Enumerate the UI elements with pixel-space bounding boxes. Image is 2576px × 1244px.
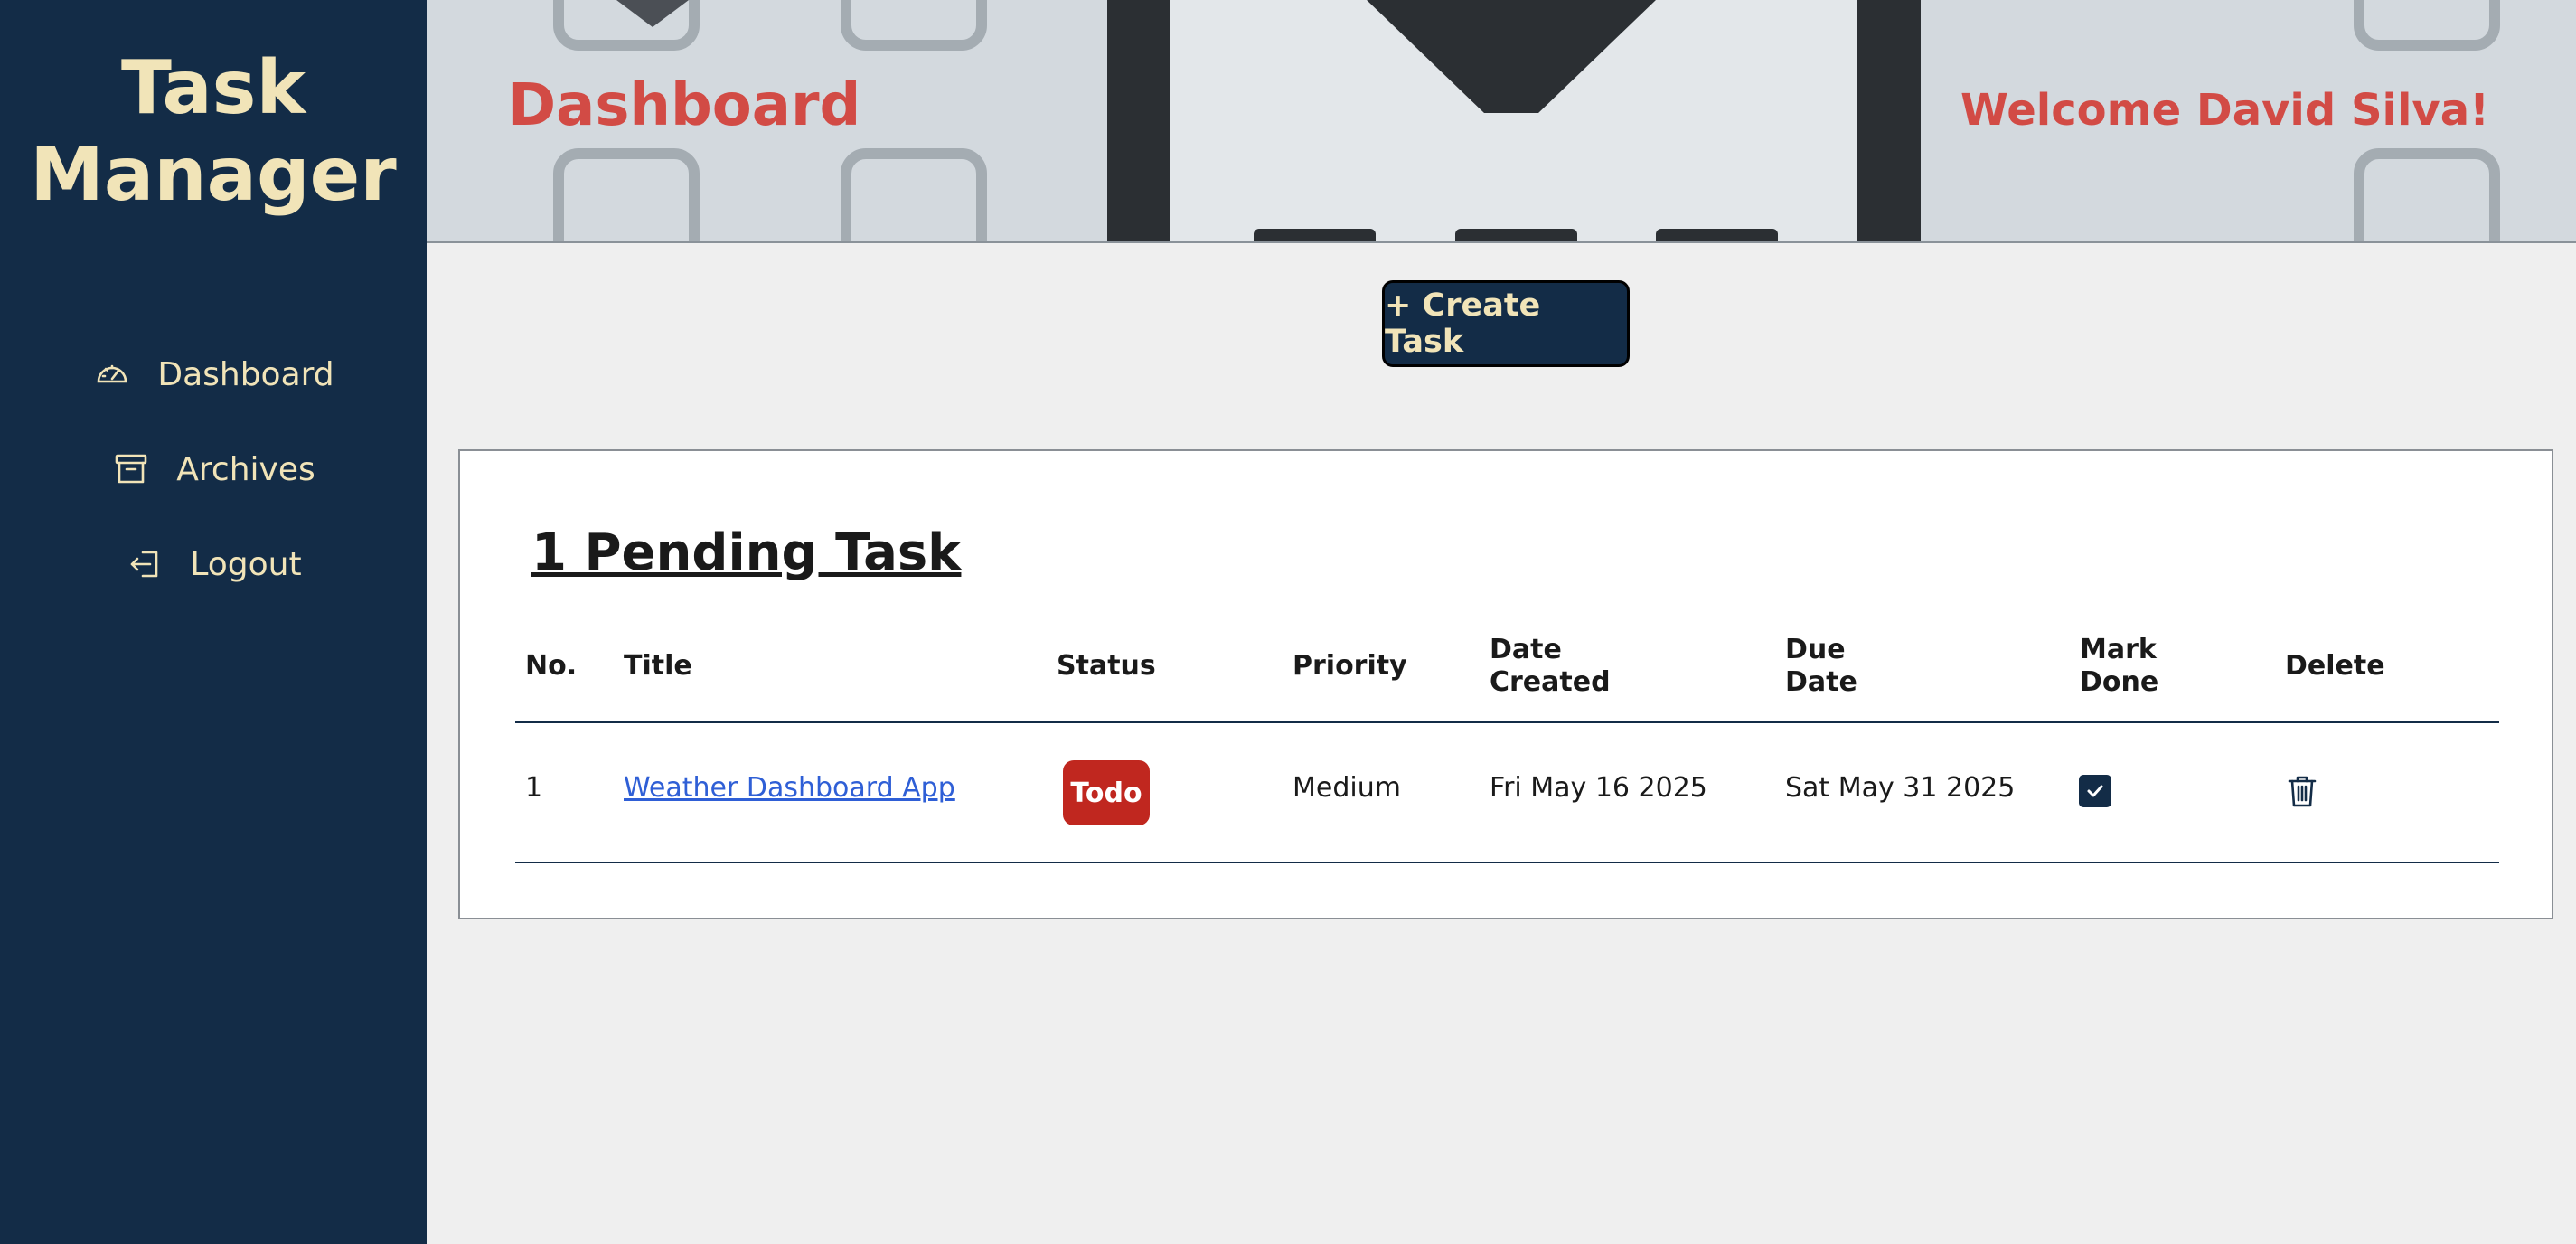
- checkbox-icon[interactable]: [2079, 775, 2111, 807]
- header-banner: Dashboard Welcome David Silva!: [427, 0, 2576, 243]
- sidebar-item-label: Dashboard: [157, 355, 334, 393]
- column-header-mark-done: Mark Done: [2080, 634, 2158, 699]
- column-header-line: Date: [1490, 634, 1562, 665]
- cell-no: 1: [525, 772, 543, 804]
- pending-tasks-heading: 1 Pending Task: [531, 523, 962, 582]
- column-header-line: Date: [1785, 666, 1857, 698]
- column-header-line: Done: [2080, 666, 2159, 698]
- task-title-link[interactable]: Weather Dashboard App: [624, 772, 955, 804]
- welcome-message: Welcome David Silva!: [1960, 85, 2489, 136]
- column-header-line: Created: [1490, 666, 1611, 698]
- sidebar-item-archives[interactable]: Archives: [0, 438, 427, 501]
- app-title-line1: Task: [120, 45, 306, 131]
- sidebar-item-label: Archives: [176, 450, 315, 488]
- page-title: Dashboard: [508, 72, 861, 139]
- column-header-delete: Delete: [2285, 650, 2385, 682]
- column-header-line: Due: [1785, 634, 1846, 665]
- column-header-priority: Priority: [1293, 650, 1407, 682]
- sidebar: Task Manager Dashboard Archives Logout: [0, 0, 427, 1244]
- create-task-button[interactable]: + Create Task: [1382, 280, 1630, 367]
- table-header-divider: [515, 721, 2499, 723]
- gauge-icon: [92, 354, 132, 394]
- cell-date-created: Fri May 16 2025: [1490, 772, 1707, 804]
- column-header-status: Status: [1057, 650, 1156, 682]
- sidebar-item-dashboard[interactable]: Dashboard: [0, 343, 427, 406]
- table-bottom-divider: [515, 862, 2499, 863]
- column-header-line: Mark: [2080, 634, 2157, 665]
- trash-icon[interactable]: [2284, 773, 2320, 809]
- app-title-line2: Manager: [30, 132, 397, 218]
- column-header-no: No.: [525, 650, 578, 682]
- app-title: Task Manager: [0, 45, 427, 219]
- cell-priority: Medium: [1293, 772, 1401, 804]
- sidebar-item-label: Logout: [190, 545, 302, 583]
- cell-title: Weather Dashboard App: [624, 772, 955, 805]
- column-header-due-date: Due Date: [1785, 634, 1857, 699]
- sidebar-item-logout[interactable]: Logout: [0, 532, 427, 596]
- column-header-title: Title: [624, 650, 692, 682]
- column-header-date-created: Date Created: [1490, 634, 1611, 699]
- status-badge: Todo: [1063, 760, 1150, 825]
- task-table-card: 1 Pending Task No. Title Status Priority…: [458, 449, 2553, 919]
- cell-due-date: Sat May 31 2025: [1785, 772, 2016, 804]
- archive-icon: [111, 449, 151, 489]
- logout-icon: [125, 544, 165, 584]
